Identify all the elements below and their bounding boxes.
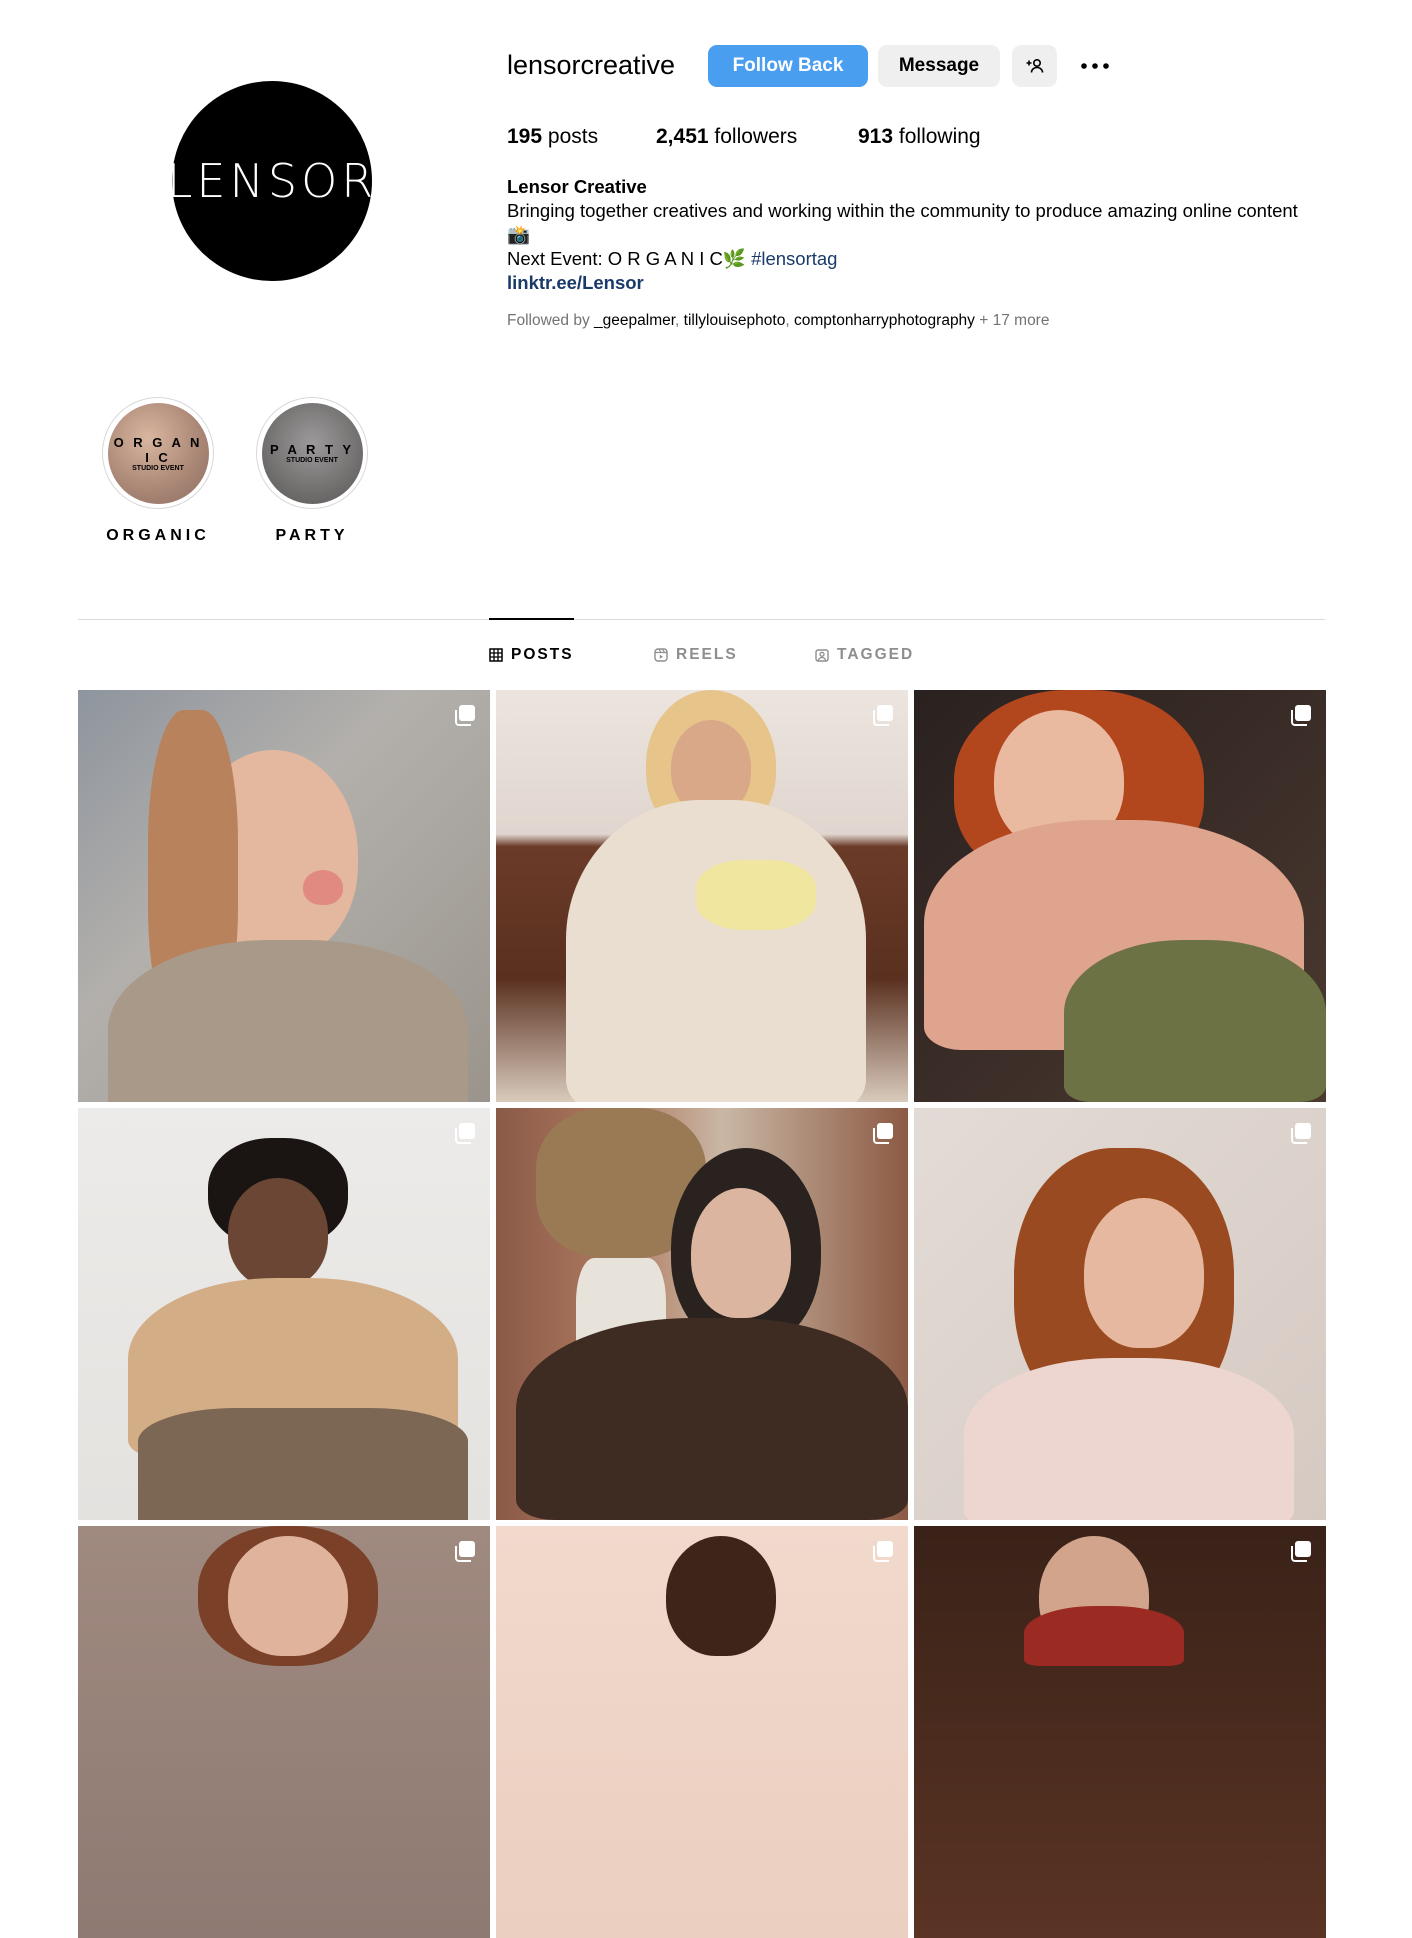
followed-by-prefix: Followed by bbox=[507, 312, 590, 329]
post-thumbnail[interactable] bbox=[914, 1526, 1326, 1938]
tab-label: REELS bbox=[676, 646, 738, 663]
highlight-ring: P A R T Y STUDIO EVENT bbox=[256, 397, 368, 509]
highlight-label: PARTY bbox=[275, 527, 349, 544]
bio-external-link[interactable]: linktr.ee/Lensor bbox=[507, 271, 1307, 295]
post-thumbnail[interactable] bbox=[496, 1108, 908, 1520]
bio-hashtag-link[interactable]: #lensortag bbox=[751, 248, 837, 269]
highlight-organic[interactable]: O R G A N I C STUDIO EVENT ORGANIC bbox=[102, 397, 214, 545]
tab-reels[interactable]: REELS bbox=[654, 646, 738, 664]
tab-label: POSTS bbox=[511, 646, 574, 663]
post-thumbnail[interactable] bbox=[78, 690, 490, 1102]
following-count: 913 bbox=[858, 125, 894, 148]
more-horizontal-icon bbox=[1081, 63, 1109, 69]
suggested-users-button[interactable] bbox=[1012, 45, 1057, 87]
tab-tagged[interactable]: TAGGED bbox=[815, 646, 914, 664]
tagged-icon bbox=[815, 649, 829, 662]
stat-posts: 195 posts bbox=[507, 124, 598, 150]
multiple-images-icon bbox=[1291, 705, 1311, 726]
followed-by-more[interactable]: + 17 more bbox=[979, 312, 1049, 329]
highlight-cover-subtitle: STUDIO EVENT bbox=[132, 464, 184, 472]
add-person-icon bbox=[1026, 58, 1043, 73]
tab-posts[interactable]: POSTS bbox=[489, 646, 574, 664]
tabs-divider bbox=[78, 619, 1325, 620]
profile-avatar[interactable]: LENSOR bbox=[167, 81, 373, 281]
highlight-cover-subtitle: STUDIO EVENT bbox=[286, 457, 338, 464]
followed-by-line[interactable]: Followed by _geepalmer, tillylouisephoto… bbox=[507, 312, 1049, 330]
multiple-images-icon bbox=[455, 1541, 475, 1562]
highlight-label: ORGANIC bbox=[106, 527, 210, 544]
post-thumbnail[interactable] bbox=[496, 1526, 908, 1938]
bio-full-name: Lensor Creative bbox=[507, 176, 647, 197]
message-button[interactable]: Message bbox=[878, 45, 1000, 87]
bio-description: Bringing together creatives and working … bbox=[507, 200, 1298, 245]
multiple-images-icon bbox=[873, 705, 893, 726]
avatar-logo-text: LENSOR bbox=[166, 154, 378, 208]
profile-bio: Lensor Creative Bringing together creati… bbox=[507, 175, 1307, 295]
follow-back-button[interactable]: Follow Back bbox=[708, 45, 868, 87]
posts-count: 195 bbox=[507, 125, 543, 148]
highlight-cover-title: P A R T Y bbox=[269, 442, 355, 457]
highlight-cover: P A R T Y STUDIO EVENT bbox=[261, 402, 363, 504]
reels-icon bbox=[654, 648, 668, 662]
stat-followers[interactable]: 2,451 followers bbox=[656, 124, 797, 150]
following-label: following bbox=[898, 125, 981, 148]
grid-icon bbox=[489, 648, 503, 662]
bio-event-text: Next Event: O R G A N I C🌿 bbox=[507, 248, 746, 269]
multiple-images-icon bbox=[1291, 1123, 1311, 1144]
tab-label: TAGGED bbox=[837, 646, 915, 663]
followed-by-user[interactable]: comptonharryphotography bbox=[794, 312, 975, 329]
highlight-cover-title: O R G A N I C bbox=[113, 434, 203, 465]
followers-label: followers bbox=[714, 125, 798, 148]
post-thumbnail[interactable] bbox=[496, 690, 908, 1102]
multiple-images-icon bbox=[455, 705, 475, 726]
highlight-cover: O R G A N I C STUDIO EVENT bbox=[107, 402, 209, 504]
active-tab-indicator bbox=[489, 618, 574, 620]
multiple-images-icon bbox=[873, 1123, 893, 1144]
post-thumbnail[interactable] bbox=[914, 690, 1326, 1102]
bio-event-line: Next Event: O R G A N I C🌿 #lensortag bbox=[507, 247, 1307, 271]
posts-label: posts bbox=[547, 125, 599, 148]
post-thumbnail[interactable] bbox=[78, 1108, 490, 1520]
followed-by-user[interactable]: tillylouisephoto bbox=[684, 312, 786, 329]
post-thumbnail[interactable] bbox=[78, 1526, 490, 1938]
highlight-party[interactable]: P A R T Y STUDIO EVENT PARTY bbox=[256, 397, 368, 545]
profile-username: lensorcreative bbox=[507, 50, 676, 80]
multiple-images-icon bbox=[873, 1541, 893, 1562]
followers-count: 2,451 bbox=[656, 125, 709, 148]
multiple-images-icon bbox=[455, 1123, 475, 1144]
more-options-button[interactable] bbox=[1077, 50, 1113, 82]
post-thumbnail[interactable] bbox=[914, 1108, 1326, 1520]
followed-by-user[interactable]: _geepalmer bbox=[594, 312, 675, 329]
highlight-ring: O R G A N I C STUDIO EVENT bbox=[102, 397, 214, 509]
multiple-images-icon bbox=[1291, 1541, 1311, 1562]
stat-following[interactable]: 913 following bbox=[858, 124, 981, 150]
